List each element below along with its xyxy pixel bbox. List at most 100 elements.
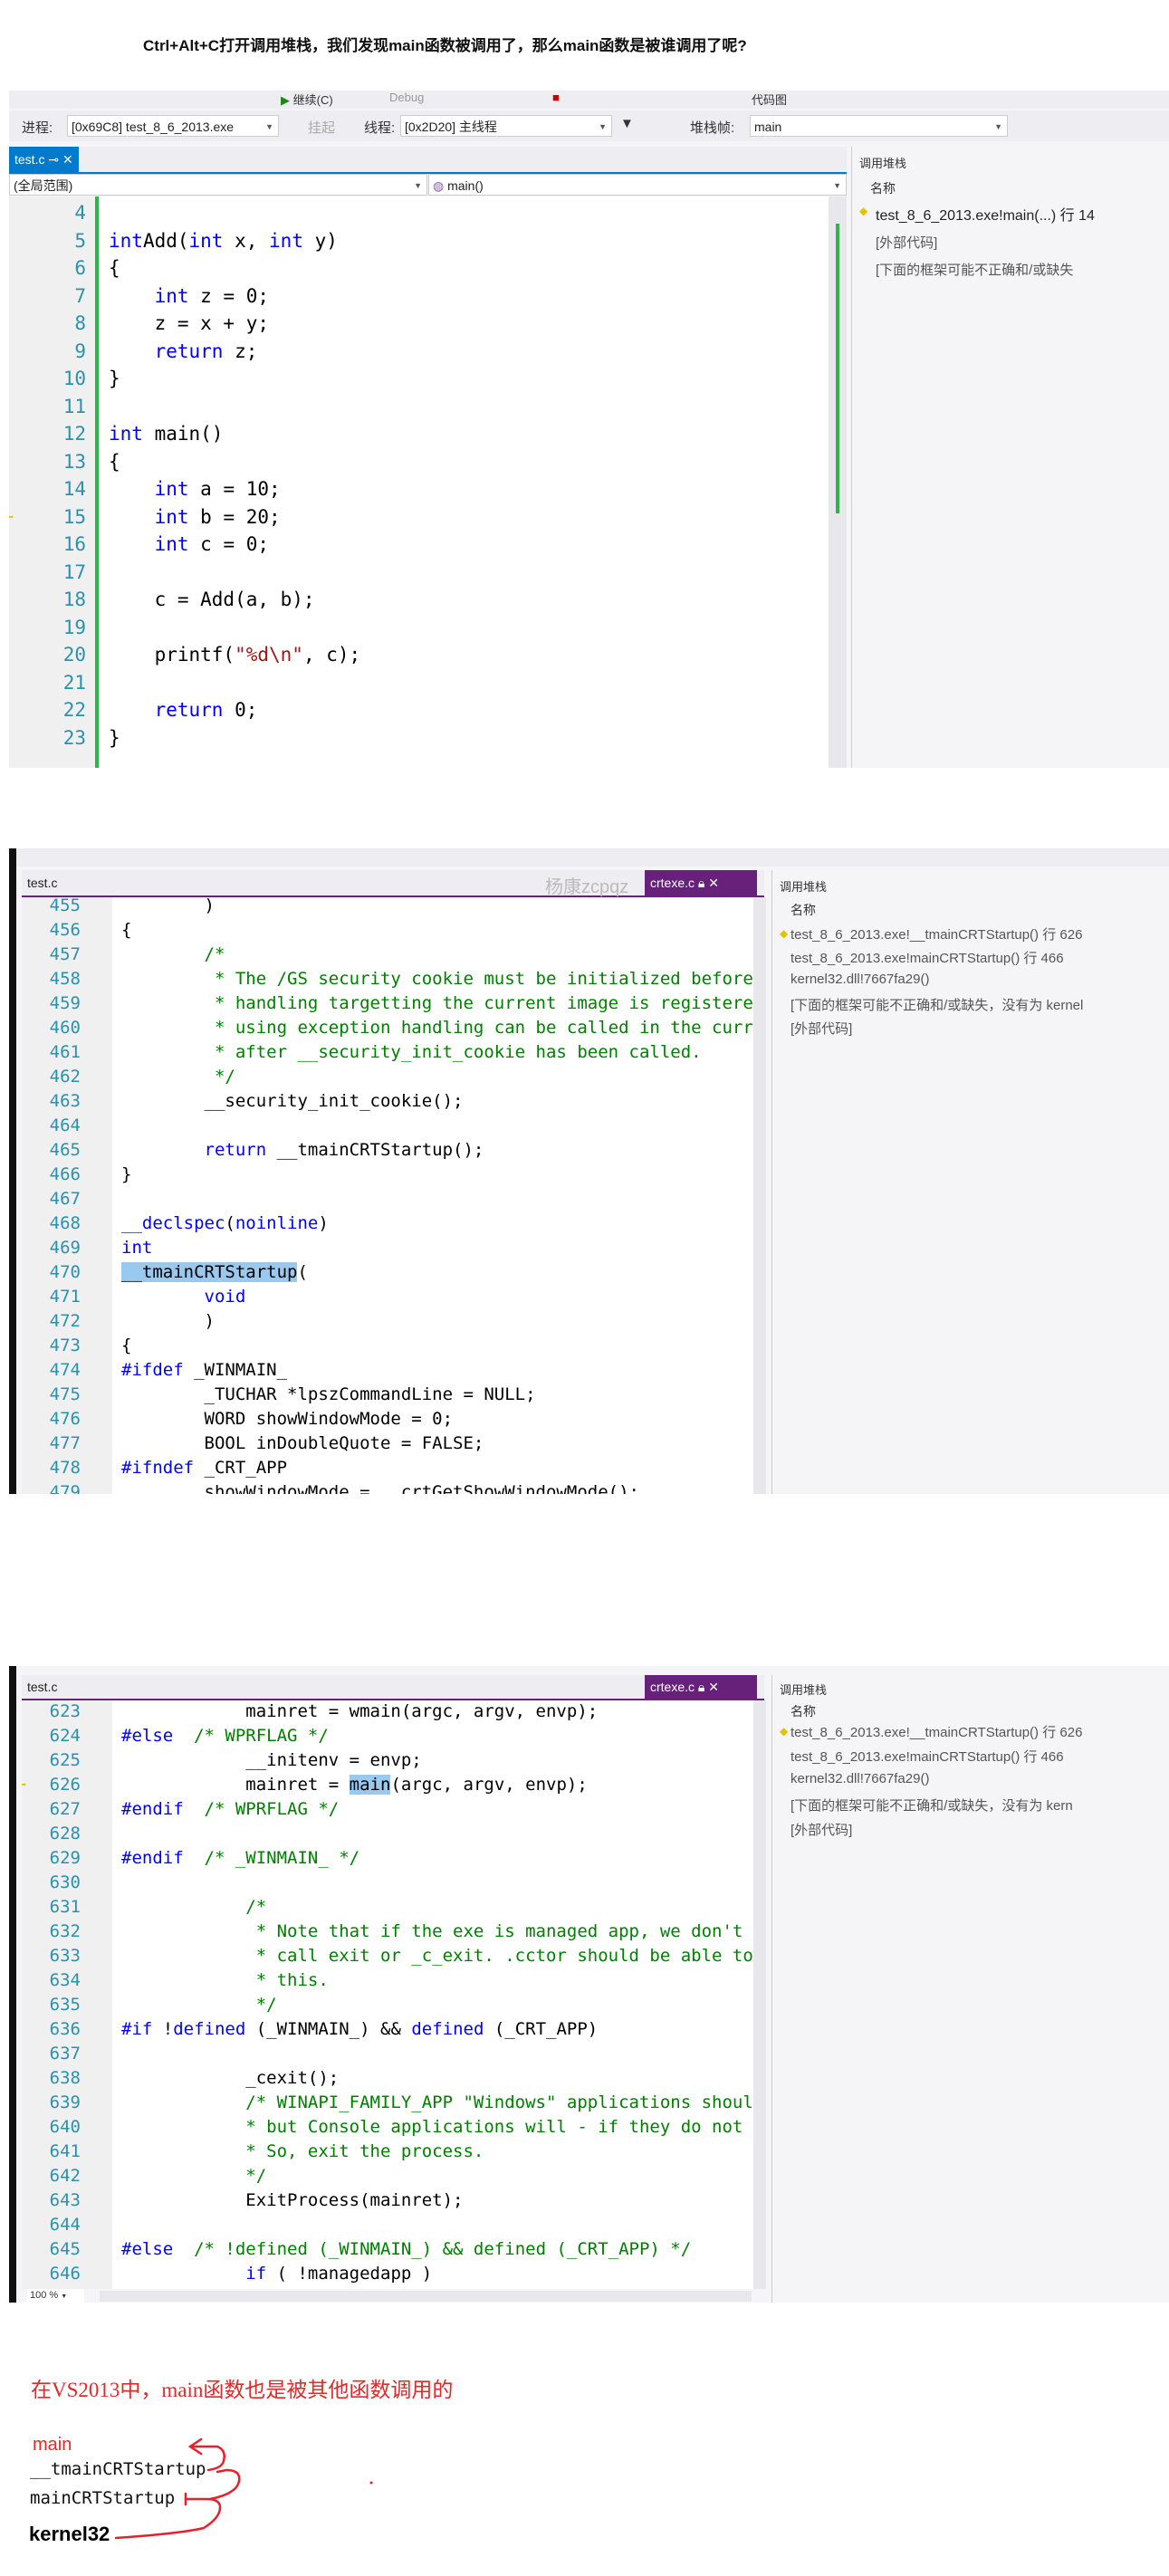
code-token: { [121,920,132,940]
vertical-scrollbar[interactable] [753,897,766,1494]
call-stack-item[interactable]: test_8_6_2013.exe!mainCRTStartup() 行 466 [791,948,1064,967]
call-stack-item[interactable]: [外部代码] [791,1820,852,1839]
suspend-button[interactable]: 挂起 [308,118,335,137]
code-text: #endif /* _WINMAIN_ */ [121,1846,359,1871]
continue-button[interactable]: ▶ 继续(C) [281,91,333,108]
code-line: 9 return z; [9,338,829,366]
code-text: */ [121,2164,266,2188]
vertical-scrollbar[interactable] [829,196,847,768]
code-line: 629 #endif /* _WINMAIN_ */ [22,1846,753,1871]
code-text: mainret = main(argc, argv, envp); [121,1773,588,1797]
process-dropdown[interactable]: [0x69C8] test_8_6_2013.exe ▼ [67,115,279,137]
tab-test-c[interactable]: test.c [22,870,62,895]
codemap-button[interactable]: 代码图 [752,91,787,108]
code-editor[interactable]: 4 5 intAdd(int x, int y) 6{7 int z = 0; 8 z … [9,196,829,768]
call-stack-item[interactable]: [外部代码] [791,1019,852,1038]
code-line: 471 void [22,1285,753,1309]
chevron-down-icon: ▼ [994,122,1002,131]
name-column-header[interactable]: 名称 [870,179,896,197]
call-stack-item[interactable]: [外部代码] [876,233,937,252]
line-number: 12 [62,423,86,445]
thread-dropdown[interactable]: [0x2D20] 主线程 ▼ [400,115,612,137]
chevron-down-icon: ▼ [833,181,841,190]
line-number: 478 [49,1458,81,1478]
code-text: __security_init_cookie(); [121,1089,464,1114]
line-number: 20 [62,644,86,666]
line-number: 631 [49,1897,81,1917]
code-text: { [121,1334,131,1358]
name-column-header[interactable]: 名称 [791,901,816,919]
code-token: b = 20; [188,505,281,528]
code-editor[interactable]: 455 ) 456{457 /* 458 * The /GS security co… [22,897,753,1494]
code-text: int c = 0; [109,531,269,559]
code-text: ) [121,897,215,918]
function-dropdown[interactable]: ◍ main() ▼ [428,174,847,196]
line-number: 475 [49,1384,81,1404]
tab-test-c[interactable]: test.c [22,1675,62,1699]
line-number: 636 [49,2019,81,2039]
name-column-header[interactable]: 名称 [791,1702,816,1720]
call-stack-item[interactable]: [下面的框架可能不正确和/或缺失，没有为 kernel [791,995,1083,1014]
code-token: main() [142,423,224,445]
tab-crtexe-c[interactable]: crtexe.c 🔒︎ ✕ [645,870,757,895]
code-token: _cexit(); [121,2068,340,2088]
code-line: 625 __initenv = envp; [22,1748,753,1773]
call-stack-item[interactable]: test_8_6_2013.exe!mainCRTStartup() 行 466 [791,1747,1064,1766]
code-line: 641 * So, exit the process. [22,2140,753,2164]
filter-icon[interactable]: ▼ [620,116,634,131]
zoom-level[interactable]: 100 % ▼ [27,2289,84,2303]
horizontal-scrollbar[interactable] [100,2291,752,2302]
code-text: * after __security_init_cookie has been … [121,1040,702,1065]
comment-token: /* WPRFLAG */ [183,1799,340,1819]
close-icon[interactable]: ✕ [708,876,719,890]
line-number: 627 [49,1799,81,1819]
config-dropdown[interactable]: Debug [389,91,424,104]
tab-crtexe-c[interactable]: crtexe.c 🔒︎ ✕ [645,1675,757,1699]
call-stack-item[interactable]: test_8_6_2013.exe!__tmainCRTStartup() 行 … [791,1722,1082,1741]
call-stack-item[interactable]: test_8_6_2013.exe!main(...) 行 14 [876,203,1095,225]
line-number: 469 [49,1238,81,1258]
line-number: 474 [49,1360,81,1380]
code-token: __security_init_cookie(); [121,1091,464,1111]
call-stack-item[interactable]: kernel32.dll!7667fa29() [791,972,929,987]
code-text: { [121,918,131,943]
line-number: 7 [74,284,86,307]
code-line: 7 int z = 0; [9,282,829,311]
vertical-scrollbar[interactable] [753,1700,766,2289]
code-text: * call exit or _c_exit. .cctor should be… [121,1944,753,1968]
code-text: return z; [109,338,258,366]
code-line: 463 __security_init_cookie(); [22,1089,753,1114]
code-token: WORD showWindowMode = 0; [121,1409,454,1429]
code-line: 466} [22,1163,753,1187]
code-token: { [109,450,120,473]
line-number: 628 [49,1824,81,1843]
line-number: 13 [62,450,86,473]
stackframe-dropdown[interactable]: main ▼ [750,115,1008,137]
call-stack-item[interactable]: test_8_6_2013.exe!__tmainCRTStartup() 行 … [791,924,1082,943]
line-number: 461 [49,1042,81,1062]
code-text: int [121,1236,152,1260]
preprocessor-token: #endif [121,1848,184,1868]
call-stack-item[interactable]: [下面的框架可能不正确和/或缺失，没有为 kern [791,1796,1073,1815]
code-editor[interactable]: 623 mainret = wmain(argc, argv, envp); 62… [22,1700,753,2289]
function-icon: ◍ [433,178,445,193]
close-icon[interactable]: ✕ [708,1680,719,1694]
call-stack-item[interactable]: kernel32.dll!7667fa29() [791,1771,929,1786]
tab-test-c[interactable]: test.c ⊸ ✕ [9,147,79,172]
editor-tabbar: test.c ⊸ ✕ [9,147,847,174]
code-line: 21 [9,669,829,697]
call-stack-title: 调用堆栈 [780,1683,828,1697]
scope-dropdown[interactable]: (全局范围) ▼ [9,174,427,196]
call-stack-item[interactable]: [下面的框架可能不正确和/或缺失 [876,260,1073,279]
keyword-token: return [154,699,224,721]
code-line: 457 /* [22,943,753,967]
preprocessor-token: #else [121,1726,174,1746]
code-line: 628 [22,1822,753,1846]
debug-location-toolbar: 进程: [0x69C8] test_8_6_2013.exe ▼ 挂起 线程: [… [9,110,1169,141]
code-line: 642 */ [22,2164,753,2188]
stop-icon[interactable]: ■ [552,91,560,104]
code-token: 0; [223,699,258,721]
close-icon[interactable]: ✕ [62,152,73,167]
pin-icon[interactable]: ⊸ [48,152,59,167]
